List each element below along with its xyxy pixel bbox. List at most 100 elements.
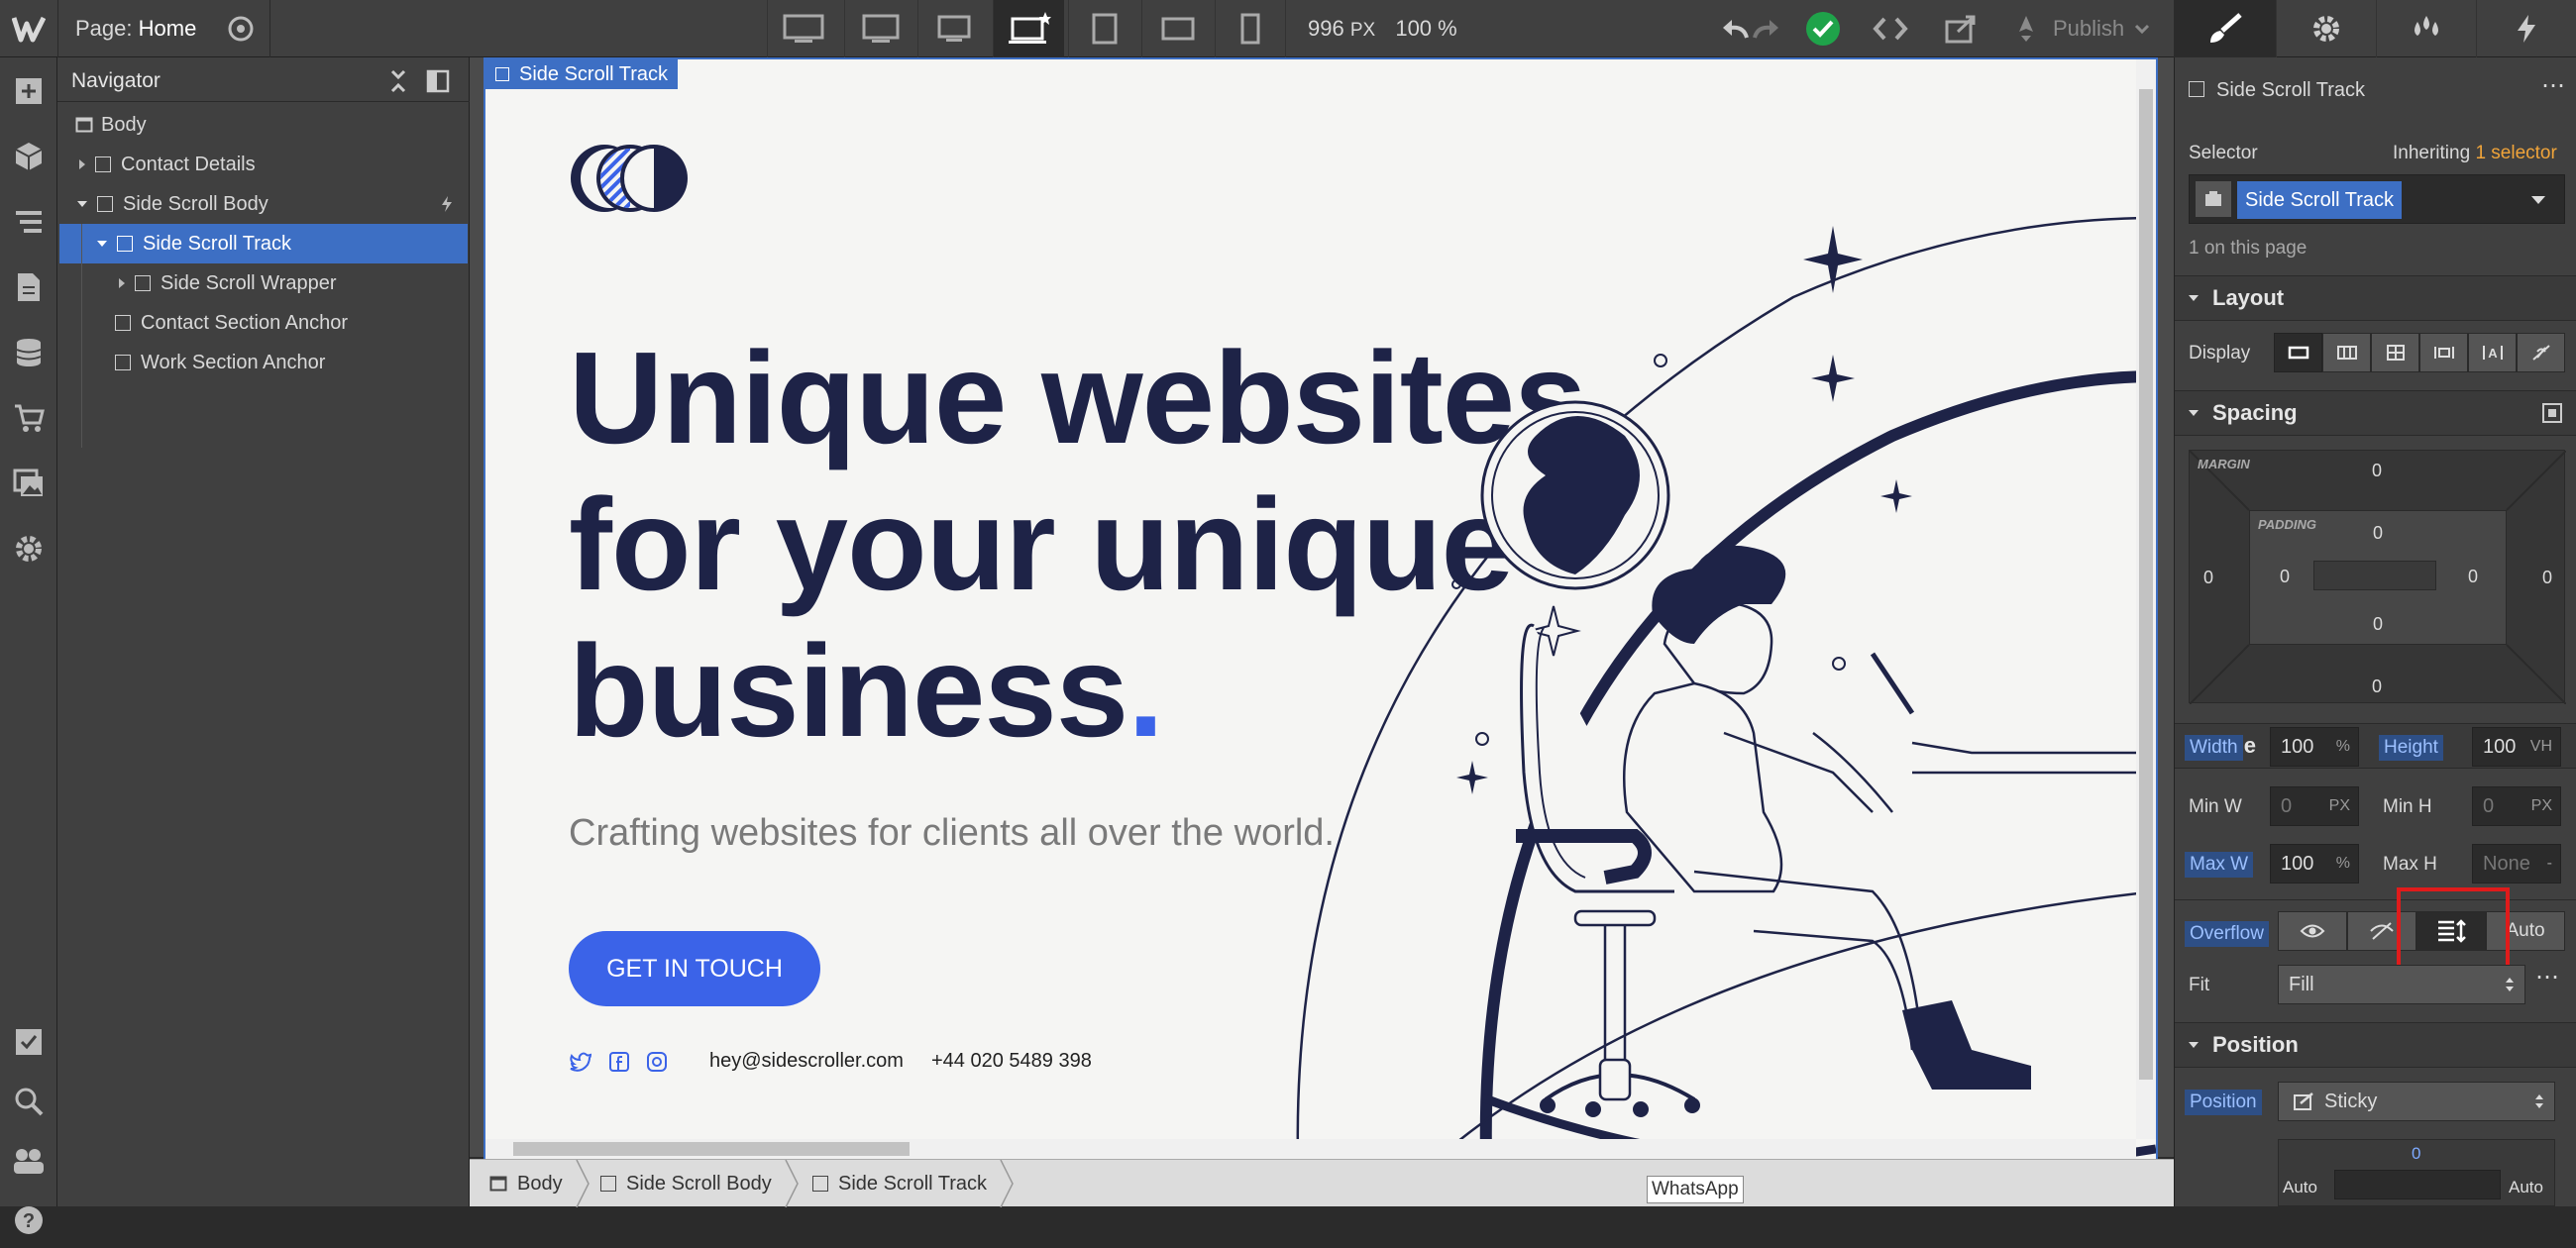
selector-style-icon[interactable] — [2196, 181, 2231, 217]
status-check-icon[interactable] — [1805, 11, 1841, 52]
height-input[interactable]: 100 VH — [2472, 727, 2561, 767]
expand-arrow-icon[interactable] — [79, 159, 85, 169]
margin-bottom[interactable]: 0 — [2372, 676, 2382, 697]
position-right-value[interactable]: Auto — [2509, 1178, 2543, 1197]
max-width-unit[interactable]: % — [2336, 855, 2350, 873]
dock-panel-icon[interactable] — [426, 69, 450, 98]
desktop-large-icon[interactable] — [767, 0, 838, 57]
chevron-down-icon[interactable] — [2530, 195, 2546, 205]
display-none-icon[interactable] — [2517, 333, 2565, 372]
breadcrumb-side-scroll-body[interactable]: Side Scroll Body — [600, 1160, 800, 1207]
design-canvas[interactable]: Unique websites for your unique business… — [483, 57, 2158, 1161]
max-width-input[interactable]: 100 % — [2270, 844, 2359, 884]
nav-item-contact-section-anchor[interactable]: Contact Section Anchor — [59, 303, 468, 343]
vertical-scrollbar[interactable] — [2136, 59, 2156, 1139]
min-height-input[interactable]: 0 PX — [2472, 786, 2561, 826]
spacing-preset-icon[interactable] — [2541, 402, 2563, 424]
users-icon[interactable] — [0, 1133, 57, 1189]
canvas-width-value[interactable]: 996 — [1308, 16, 1344, 41]
breadcrumb-side-scroll-track[interactable]: Side Scroll Track — [812, 1160, 1015, 1207]
mobile-portrait-icon[interactable] — [1215, 0, 1286, 57]
search-icon[interactable] — [0, 1074, 57, 1129]
nav-item-side-scroll-track[interactable]: Side Scroll Track — [59, 224, 468, 263]
breadcrumb-body[interactable]: Body — [489, 1160, 590, 1207]
contact-phone[interactable]: +44 020 5489 398 — [931, 1050, 1092, 1073]
overflow-visible-icon[interactable] — [2278, 911, 2347, 951]
desktop-base-icon[interactable] — [993, 0, 1064, 57]
audit-icon[interactable] — [0, 1014, 57, 1070]
page-name[interactable]: Home — [139, 16, 197, 41]
collapse-arrow-icon[interactable] — [77, 201, 87, 207]
horizontal-scrollbar[interactable] — [485, 1139, 2136, 1159]
max-height-input[interactable]: None - — [2472, 844, 2561, 884]
add-icon[interactable] — [0, 63, 57, 119]
selector-chip[interactable]: Side Scroll Track — [2237, 181, 2403, 219]
redo-icon[interactable] — [1752, 16, 1781, 47]
cms-icon[interactable] — [0, 325, 57, 380]
facebook-icon[interactable] — [608, 1051, 630, 1073]
export-icon[interactable] — [1944, 14, 1978, 49]
help-icon[interactable]: ? — [0, 1193, 57, 1248]
padding-bottom[interactable]: 0 — [2373, 614, 2383, 635]
padding-right[interactable]: 0 — [2468, 567, 2478, 587]
fit-select[interactable]: Fill — [2278, 965, 2525, 1004]
pages-icon[interactable] — [0, 260, 57, 315]
position-left-value[interactable]: Auto — [2283, 1178, 2317, 1197]
display-flex-icon[interactable] — [2322, 333, 2371, 372]
width-unit[interactable]: % — [2336, 738, 2350, 756]
more-options-icon[interactable]: ⋯ — [2541, 71, 2565, 100]
display-block-icon[interactable] — [2274, 333, 2322, 372]
components-icon[interactable] — [0, 129, 57, 184]
position-select[interactable]: Sticky — [2278, 1082, 2555, 1121]
position-top-value[interactable]: 0 — [2412, 1144, 2420, 1164]
layout-section-header[interactable]: Layout — [2175, 275, 2576, 321]
tab-style-manager[interactable] — [2376, 0, 2476, 57]
navigator-icon[interactable] — [0, 194, 57, 250]
desktop-medium-icon[interactable] — [844, 0, 915, 57]
nav-item-side-scroll-wrapper[interactable]: Side Scroll Wrapper — [59, 263, 468, 303]
margin-right[interactable]: 0 — [2542, 568, 2552, 588]
get-in-touch-button[interactable]: GET IN TOUCH — [569, 931, 820, 1006]
mobile-landscape-icon[interactable] — [1141, 0, 1213, 57]
nav-item-body[interactable]: Body — [59, 105, 468, 145]
spacing-section-header[interactable]: Spacing — [2175, 390, 2576, 436]
min-width-input[interactable]: 0 PX — [2270, 786, 2359, 826]
twitter-icon[interactable] — [569, 1051, 592, 1073]
publish-button[interactable]: Publish — [2011, 0, 2150, 57]
display-inline-icon[interactable]: A — [2468, 333, 2517, 372]
width-input[interactable]: 100 % — [2270, 727, 2359, 767]
assets-icon[interactable] — [0, 456, 57, 511]
max-height-unit[interactable]: - — [2547, 855, 2552, 873]
code-icon[interactable] — [1873, 16, 1908, 47]
nav-item-contact-details[interactable]: Contact Details — [59, 145, 468, 184]
min-height-unit[interactable]: PX — [2531, 797, 2552, 815]
contact-email[interactable]: hey@sidescroller.com — [709, 1050, 904, 1073]
selector-field[interactable]: Side Scroll Track — [2189, 174, 2565, 224]
settings-icon[interactable] — [0, 521, 57, 576]
padding-left[interactable]: 0 — [2280, 567, 2290, 587]
tab-settings[interactable] — [2276, 0, 2376, 57]
undo-icon[interactable] — [1720, 16, 1750, 47]
display-grid-icon[interactable] — [2371, 333, 2419, 372]
preview-eye-icon[interactable] — [226, 16, 256, 47]
margin-top[interactable]: 0 — [2372, 461, 2382, 481]
position-section-header[interactable]: Position — [2175, 1022, 2576, 1068]
height-unit[interactable]: VH — [2530, 738, 2552, 756]
display-inline-block-icon[interactable] — [2419, 333, 2468, 372]
more-options-icon[interactable]: ⋯ — [2535, 963, 2559, 991]
instagram-icon[interactable] — [646, 1051, 668, 1073]
inheriting-link[interactable]: 1 selector — [2475, 143, 2556, 163]
ecommerce-icon[interactable] — [0, 390, 57, 446]
expand-arrow-icon[interactable] — [119, 278, 125, 288]
nav-item-work-section-anchor[interactable]: Work Section Anchor — [59, 343, 468, 382]
margin-left[interactable]: 0 — [2203, 568, 2213, 588]
collapse-arrow-icon[interactable] — [97, 241, 107, 247]
nav-item-side-scroll-body[interactable]: Side Scroll Body — [59, 184, 468, 224]
desktop-small-icon[interactable] — [917, 0, 989, 57]
collapse-icon[interactable] — [388, 69, 408, 98]
tab-interactions[interactable] — [2476, 0, 2576, 57]
padding-top[interactable]: 0 — [2373, 523, 2383, 544]
min-width-unit[interactable]: PX — [2329, 797, 2350, 815]
tablet-icon[interactable] — [1068, 0, 1139, 57]
tab-style[interactable] — [2174, 0, 2276, 57]
